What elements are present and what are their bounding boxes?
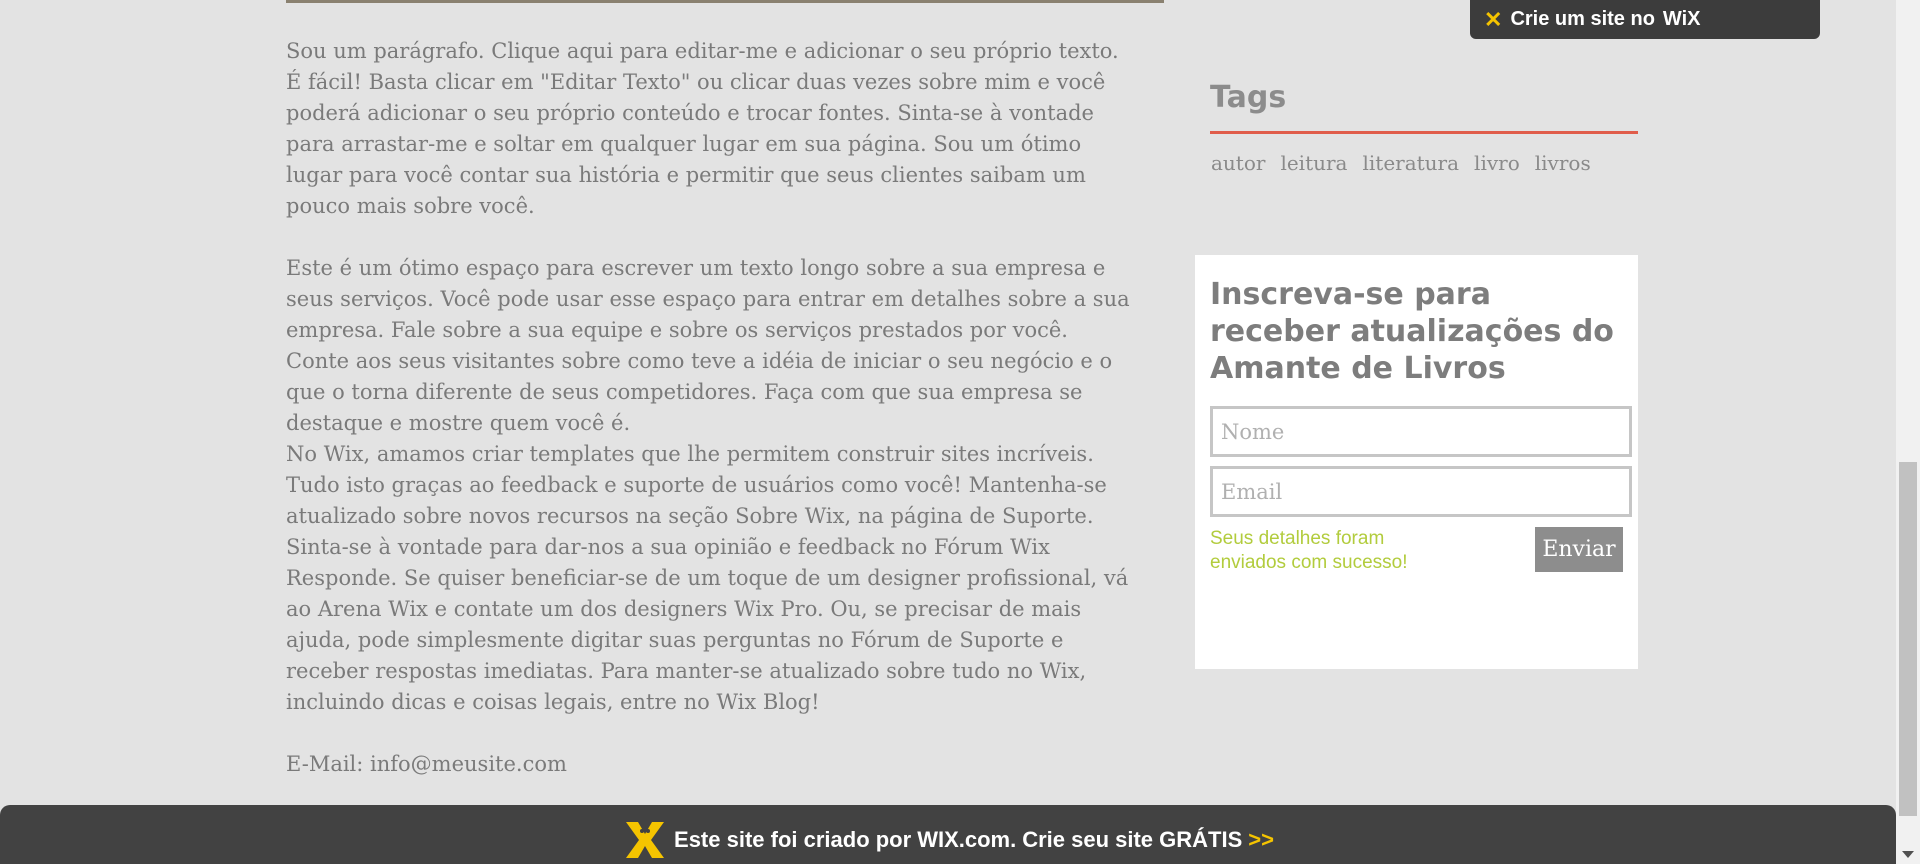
wix-top-text: Crie um site no xyxy=(1510,8,1655,30)
paragraph-company: Este é um ótimo espaço para escrever um … xyxy=(286,256,1130,435)
footer-cta: Crie seu site GRÁTIS xyxy=(1022,826,1243,852)
wix-top-brand: WiX xyxy=(1662,8,1701,30)
tag-livros[interactable]: livros xyxy=(1535,151,1591,175)
wix-top-banner[interactable]: ✕ Crie um site no WiX xyxy=(1470,0,1820,39)
scrollbar-thumb[interactable] xyxy=(1899,462,1917,816)
scroll-down-arrow-icon[interactable] xyxy=(1902,851,1914,858)
tag-livro[interactable]: livro xyxy=(1474,151,1520,175)
paragraph-wix: No Wix, amamos criar templates que lhe p… xyxy=(286,442,1129,714)
name-field[interactable] xyxy=(1210,406,1632,457)
tag-autor[interactable]: autor xyxy=(1211,151,1265,175)
page: Sou um parágrafo. Clique aqui para edita… xyxy=(0,0,1896,864)
vertical-scrollbar[interactable] xyxy=(1896,0,1920,864)
subscribe-form: Inscreva-se para receber atualizações do… xyxy=(1195,255,1638,669)
footer-brand: WIX.com. xyxy=(917,826,1017,852)
tag-literatura[interactable]: literatura xyxy=(1362,151,1459,175)
footer-arrows: >> xyxy=(1248,826,1274,852)
email-field[interactable] xyxy=(1210,466,1632,517)
tags-divider xyxy=(1210,131,1638,134)
subscribe-title: Inscreva-se para receber atualizações do… xyxy=(1210,277,1614,386)
wix-mascot-icon xyxy=(622,818,668,862)
wix-footer-banner[interactable]: Este site foi criado por WIX.com. Crie s… xyxy=(0,805,1896,864)
wix-x-icon: ✕ xyxy=(1484,6,1503,32)
footer-text: Este site foi criado por xyxy=(674,826,912,852)
contact-email[interactable]: E-Mail: info@meusite.com xyxy=(286,749,1136,780)
tag-leitura[interactable]: leitura xyxy=(1280,151,1347,175)
top-image-edge xyxy=(286,0,1164,3)
success-message: Seus detalhes foram enviados com sucesso… xyxy=(1210,528,1408,573)
send-button[interactable]: Enviar xyxy=(1535,527,1623,572)
main-text-column: Sou um parágrafo. Clique aqui para edita… xyxy=(286,36,1136,780)
tags-list: autor leitura literatura livro livros xyxy=(1211,151,1591,175)
paragraph-intro: Sou um parágrafo. Clique aqui para edita… xyxy=(286,39,1119,218)
tags-title: Tags xyxy=(1210,80,1287,115)
